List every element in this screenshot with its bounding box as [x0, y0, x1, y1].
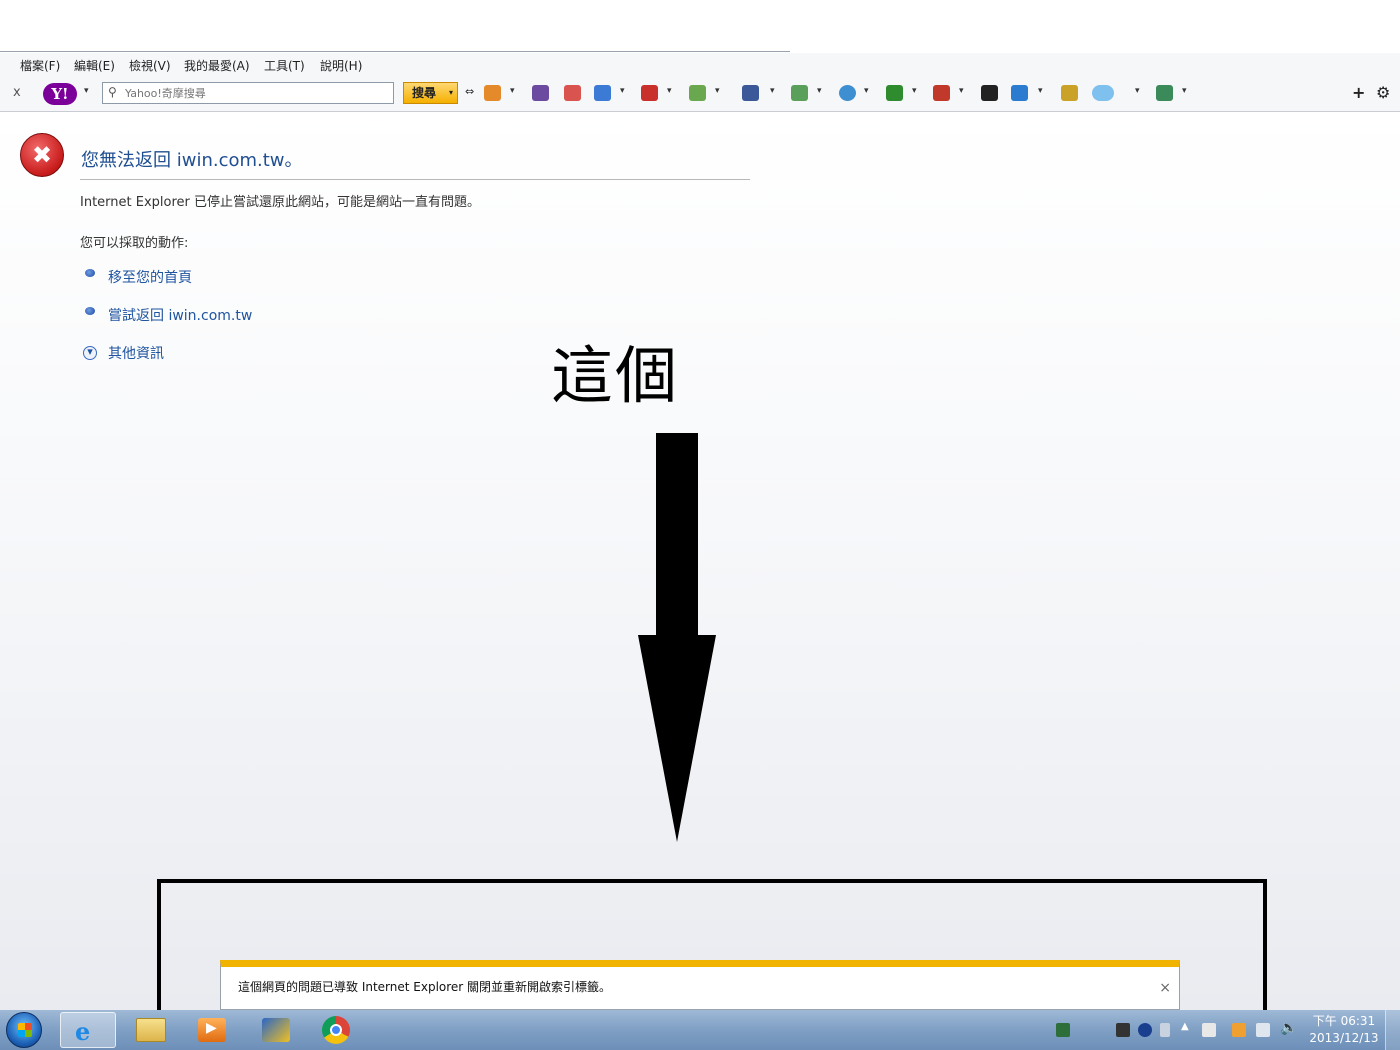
- book-icon[interactable]: [1061, 85, 1078, 101]
- weather-icon[interactable]: [839, 85, 856, 101]
- cloud-dropdown-icon[interactable]: ▾: [1135, 86, 1140, 96]
- tray-app-icon[interactable]: [1056, 1023, 1070, 1037]
- taskbar-ie-button[interactable]: e: [60, 1012, 116, 1048]
- weather-dropdown-icon[interactable]: ▾: [864, 86, 869, 96]
- tray-network-icon[interactable]: [1256, 1023, 1270, 1037]
- tray-expand-icon[interactable]: ▲: [1181, 1021, 1189, 1032]
- search-button[interactable]: 搜尋 ▾: [403, 82, 458, 104]
- bookmarks-dropdown-icon[interactable]: ▾: [715, 86, 720, 96]
- tray-keyboard-icon[interactable]: [1116, 1023, 1130, 1037]
- internet-explorer-icon: e: [75, 1017, 91, 1046]
- facebook-icon[interactable]: [742, 85, 759, 101]
- arrow-shaft: [656, 433, 698, 638]
- show-desktop-button[interactable]: [1385, 1010, 1400, 1050]
- arrow-head: [638, 635, 716, 842]
- media-player-icon[interactable]: [198, 1018, 226, 1042]
- explorer-folder-icon[interactable]: [136, 1018, 166, 1042]
- search-button-label: 搜尋: [412, 86, 437, 100]
- annotation-highlight-box: [157, 879, 1267, 1025]
- user-dropdown-icon[interactable]: ▾: [510, 86, 515, 96]
- calendar-dropdown-icon[interactable]: ▾: [667, 86, 672, 96]
- search-options-dropdown-icon[interactable]: ▾: [449, 83, 453, 103]
- window-top-divider: [0, 51, 790, 52]
- actions-heading: 您可以採取的動作:: [80, 236, 189, 251]
- go-home-link[interactable]: 移至您的首頁: [108, 267, 192, 287]
- camera-icon[interactable]: [532, 85, 549, 101]
- car-dropdown-icon[interactable]: ▾: [959, 86, 964, 96]
- toolbar-separator-handle[interactable]: ⇔: [465, 85, 474, 98]
- more-info-link[interactable]: 其他資訊: [108, 343, 164, 363]
- error-description: Internet Explorer 已停止嘗試還原此網站，可能是網站一直有問題。: [80, 195, 481, 210]
- yahoo-toolbar: x Y! ▾ ⚲ 搜尋 ▾ ⇔ ▾ ▾ ▾ ▾ ▾ ▾ ▾ ▾ ▾ ▾ ▾ ▾ …: [0, 77, 1400, 112]
- menu-file[interactable]: 檔案(F): [20, 57, 60, 74]
- search-icon: ⚲: [108, 85, 117, 99]
- menu-bar: 檔案(F) 編輯(E) 檢視(V) 我的最愛(A) 工具(T) 說明(H): [0, 53, 1400, 77]
- cloud-icon[interactable]: [1092, 85, 1114, 101]
- bookmarks-icon[interactable]: [689, 85, 706, 101]
- user-icon[interactable]: [484, 85, 501, 101]
- menu-favorites[interactable]: 我的最愛(A): [184, 57, 250, 74]
- clock-date: 2013/12/13: [1309, 1031, 1379, 1045]
- settings-gear-icon[interactable]: ⚙: [1376, 83, 1390, 102]
- error-title: 您無法返回 iwin.com.tw。: [81, 150, 303, 171]
- game-icon[interactable]: [886, 85, 903, 101]
- tray-info-icon[interactable]: [1138, 1023, 1152, 1037]
- bullet-icon: [85, 269, 95, 277]
- signpost-icon[interactable]: [1156, 85, 1173, 101]
- news-dropdown-icon[interactable]: ▾: [1038, 86, 1043, 96]
- taskbar: e ▲ 🔈 下午 06:31 2013/12/13: [0, 1010, 1400, 1050]
- news-icon[interactable]: [1011, 85, 1028, 101]
- car-icon[interactable]: [933, 85, 950, 101]
- clock-time: 下午 06:31: [1312, 1014, 1376, 1028]
- error-icon: [20, 133, 64, 177]
- tray-volume-icon[interactable]: 🔈: [1280, 1020, 1297, 1036]
- title-divider: [80, 179, 750, 180]
- tray-flag-icon[interactable]: [1232, 1023, 1246, 1037]
- facebook-dropdown-icon[interactable]: ▾: [770, 86, 775, 96]
- menu-view[interactable]: 檢視(V): [129, 57, 171, 74]
- movie-icon[interactable]: [981, 85, 998, 101]
- tray-usb-icon[interactable]: [1160, 1023, 1170, 1037]
- calendar-icon[interactable]: [641, 85, 658, 101]
- yahoo-menu-dropdown-icon[interactable]: ▾: [84, 86, 89, 96]
- taskbar-clock[interactable]: 下午 06:31 2013/12/13: [1304, 1013, 1384, 1047]
- start-button[interactable]: [6, 1012, 42, 1048]
- bullet-icon: [85, 307, 95, 315]
- mail-dropdown-icon[interactable]: ▾: [620, 86, 625, 96]
- retry-link[interactable]: 嘗試返回 iwin.com.tw: [108, 305, 252, 325]
- photo-dropdown-icon[interactable]: ▾: [817, 86, 822, 96]
- mail-icon[interactable]: [594, 85, 611, 101]
- annotation-arrow-icon: [638, 433, 716, 842]
- expand-more-icon[interactable]: [83, 345, 97, 360]
- photo-icon[interactable]: [791, 85, 808, 101]
- menu-help[interactable]: 說明(H): [320, 57, 362, 74]
- annotation-label: 這個: [551, 339, 680, 412]
- signpost-dropdown-icon[interactable]: ▾: [1182, 86, 1187, 96]
- search-field[interactable]: ⚲: [102, 82, 394, 104]
- chrome-icon[interactable]: [322, 1016, 350, 1044]
- yahoo-logo-button[interactable]: Y!: [43, 83, 77, 105]
- bus-icon[interactable]: [564, 85, 581, 101]
- menu-edit[interactable]: 編輯(E): [74, 57, 115, 74]
- search-input[interactable]: [125, 85, 385, 101]
- game-dropdown-icon[interactable]: ▾: [912, 86, 917, 96]
- menu-tools[interactable]: 工具(T): [264, 57, 305, 74]
- toolbar-close-button[interactable]: x: [13, 85, 21, 100]
- add-button[interactable]: +: [1352, 83, 1365, 102]
- window-top-area: [0, 0, 1400, 53]
- app-icon[interactable]: [262, 1018, 290, 1042]
- tray-notes-icon[interactable]: [1202, 1023, 1216, 1037]
